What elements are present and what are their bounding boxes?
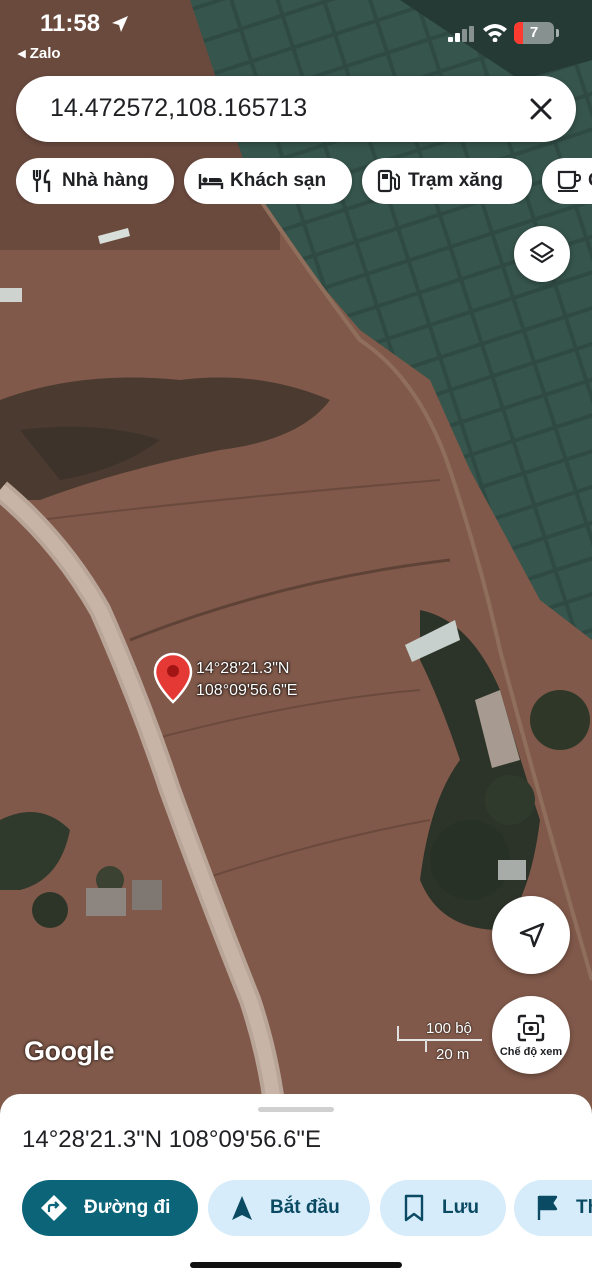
action-label: Đường đi bbox=[84, 1197, 171, 1218]
action-buttons: Đường đi Bắt đầu Lưu Th bbox=[0, 1180, 592, 1236]
start-navigation-icon bbox=[232, 1196, 252, 1220]
my-location-button[interactable] bbox=[492, 896, 570, 974]
pin-coordinates-label: 14°28'21.3"N 108°09'56.6"E bbox=[196, 658, 297, 702]
close-icon[interactable] bbox=[526, 94, 556, 124]
bookmark-icon bbox=[404, 1194, 424, 1222]
category-chips: Nhà hàng Khách sạn Trạm xăng C bbox=[16, 158, 592, 204]
directions-button[interactable]: Đường đi bbox=[22, 1180, 198, 1236]
layers-button[interactable] bbox=[514, 226, 570, 282]
place-coordinates: 14°28'21.3"N 108°09'56.6"E bbox=[22, 1126, 321, 1153]
directions-icon bbox=[41, 1195, 67, 1221]
view-mode-label: Chế độ xem bbox=[499, 1046, 563, 1058]
label-button[interactable]: Th bbox=[514, 1180, 592, 1236]
chip-label: Trạm xăng bbox=[408, 170, 504, 191]
chip-label: C bbox=[588, 170, 592, 192]
navigation-arrow-icon bbox=[519, 922, 545, 948]
sheet-drag-handle[interactable] bbox=[258, 1107, 334, 1112]
view-mode-button[interactable]: Chế độ xem bbox=[492, 996, 570, 1074]
coffee-icon bbox=[557, 170, 582, 192]
chip-gas-stations[interactable]: Trạm xăng bbox=[362, 158, 532, 204]
pin-longitude: 108°09'56.6"E bbox=[196, 682, 298, 699]
flag-icon bbox=[537, 1195, 558, 1220]
chip-restaurants[interactable]: Nhà hàng bbox=[16, 158, 174, 204]
battery-tip bbox=[556, 29, 559, 37]
search-bar[interactable]: 14.472572,108.165713 bbox=[16, 76, 576, 142]
location-services-icon bbox=[112, 16, 128, 32]
battery-icon: 7 bbox=[514, 22, 554, 44]
camera-scan-icon bbox=[517, 1014, 545, 1042]
action-label: Lưu bbox=[442, 1197, 479, 1218]
map-scale: 100 bộ 20 m bbox=[396, 1020, 486, 1068]
hotel-icon bbox=[198, 174, 224, 189]
layers-icon bbox=[529, 241, 555, 264]
search-query[interactable]: 14.472572,108.165713 bbox=[50, 94, 307, 123]
restaurant-icon bbox=[32, 169, 51, 192]
gas-station-icon bbox=[377, 169, 400, 193]
battery-level: 7 bbox=[529, 24, 539, 41]
home-indicator[interactable] bbox=[190, 1262, 402, 1268]
cellular-signal-icon bbox=[448, 26, 474, 42]
back-to-app-link[interactable]: ◂ Zalo bbox=[18, 44, 61, 62]
save-button[interactable]: Lưu bbox=[380, 1180, 506, 1236]
status-bar: 11:58 ◂ Zalo 7 bbox=[0, 0, 592, 70]
chip-hotels[interactable]: Khách sạn bbox=[184, 158, 352, 204]
action-label: Bắt đầu bbox=[270, 1197, 340, 1218]
chip-coffee[interactable]: C bbox=[542, 158, 592, 204]
place-bottom-sheet[interactable]: 14°28'21.3"N 108°09'56.6"E Đường đi Bắt … bbox=[0, 1094, 592, 1280]
start-button[interactable]: Bắt đầu bbox=[208, 1180, 370, 1236]
clock: 11:58 bbox=[40, 10, 101, 37]
chip-label: Nhà hàng bbox=[62, 170, 149, 191]
google-attribution: Google bbox=[24, 1036, 115, 1066]
scale-metric: 20 m bbox=[436, 1046, 470, 1063]
chip-label: Khách sạn bbox=[230, 170, 327, 191]
pin-latitude: 14°28'21.3"N bbox=[196, 660, 290, 677]
action-label: Th bbox=[576, 1197, 592, 1218]
wifi-icon bbox=[483, 24, 507, 42]
